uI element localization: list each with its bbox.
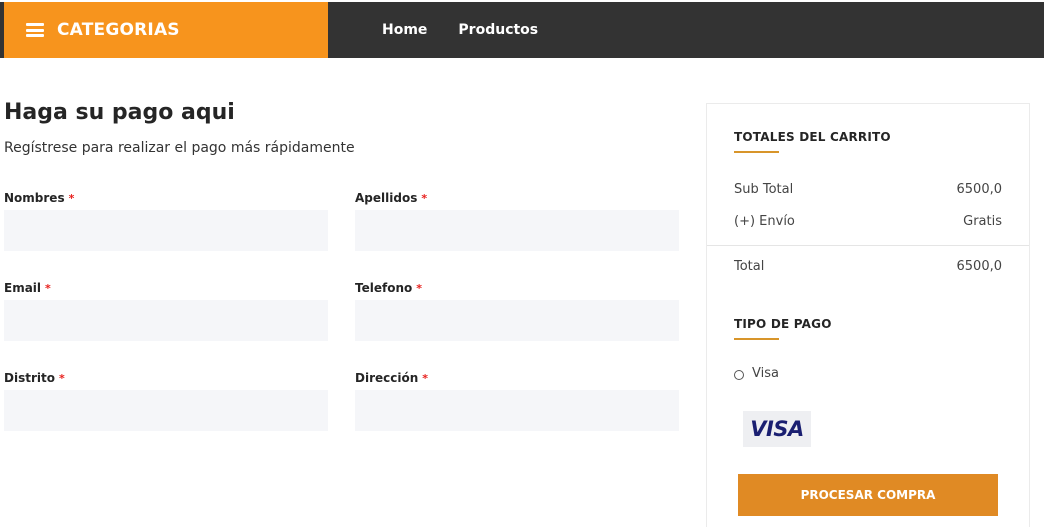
nombres-input[interactable] — [4, 210, 328, 251]
total-value: 6500,0 — [956, 259, 1003, 274]
subtotal-row: Sub Total 6500,0 — [734, 182, 1002, 197]
field-direccion: Dirección * — [355, 370, 679, 431]
categories-label: CATEGORIAS — [57, 20, 180, 40]
email-input[interactable] — [4, 300, 328, 341]
page-subtitle: Regístrese para realizar el pago más ráp… — [4, 140, 355, 156]
field-label: Apellidos * — [355, 191, 428, 205]
shipping-value: Gratis — [963, 214, 1002, 229]
field-label: Distrito * — [4, 371, 65, 385]
visa-logo: VISA — [743, 411, 811, 447]
categories-button[interactable]: CATEGORIAS — [4, 2, 328, 58]
page-title: Haga su pago aqui — [4, 100, 235, 125]
field-label: Dirección * — [355, 371, 429, 385]
field-nombres: Nombres * — [4, 190, 328, 251]
required-mark: * — [416, 282, 422, 295]
required-mark: * — [422, 372, 429, 385]
total-label: Total — [734, 259, 765, 274]
telefono-input[interactable] — [355, 300, 679, 341]
subtotal-label: Sub Total — [734, 182, 794, 197]
payment-type-heading: TIPO DE PAGO — [734, 317, 832, 331]
distrito-input[interactable] — [4, 390, 328, 431]
top-navigation-bar: CATEGORIAS Home Productos — [0, 2, 1044, 58]
cart-totals-heading: TOTALES DEL CARRITO — [734, 130, 891, 144]
field-label: Telefono * — [355, 281, 422, 295]
payment-option-visa[interactable]: Visa — [734, 366, 779, 381]
nav-link-home[interactable]: Home — [382, 22, 427, 38]
required-mark: * — [68, 192, 75, 205]
heading-underline — [734, 338, 779, 340]
main-nav: Home Productos — [382, 2, 569, 58]
hamburger-icon — [26, 23, 44, 37]
visa-logo-text: VISA — [750, 417, 804, 441]
required-mark: * — [421, 192, 428, 205]
process-purchase-button[interactable]: PROCESAR COMPRA — [738, 474, 998, 516]
required-mark: * — [45, 282, 51, 295]
nav-link-productos[interactable]: Productos — [458, 22, 538, 38]
field-telefono: Telefono * — [355, 280, 679, 341]
required-mark: * — [58, 372, 65, 385]
total-row: Total 6500,0 — [734, 259, 1002, 274]
subtotal-value: 6500,0 — [956, 182, 1003, 197]
direccion-input[interactable] — [355, 390, 679, 431]
radio-unchecked-icon[interactable] — [734, 369, 744, 380]
payment-option-label: Visa — [752, 366, 779, 381]
field-email: Email * — [4, 280, 328, 341]
apellidos-input[interactable] — [355, 210, 679, 251]
divider — [707, 245, 1029, 246]
shipping-label: (+) Envío — [734, 214, 795, 229]
field-apellidos: Apellidos * — [355, 190, 679, 251]
field-distrito: Distrito * — [4, 370, 328, 431]
cart-totals-panel: TOTALES DEL CARRITO Sub Total 6500,0 (+)… — [706, 103, 1030, 527]
shipping-row: (+) Envío Gratis — [734, 214, 1002, 229]
heading-underline — [734, 151, 779, 153]
field-label: Email * — [4, 281, 51, 295]
field-label: Nombres * — [4, 191, 75, 205]
